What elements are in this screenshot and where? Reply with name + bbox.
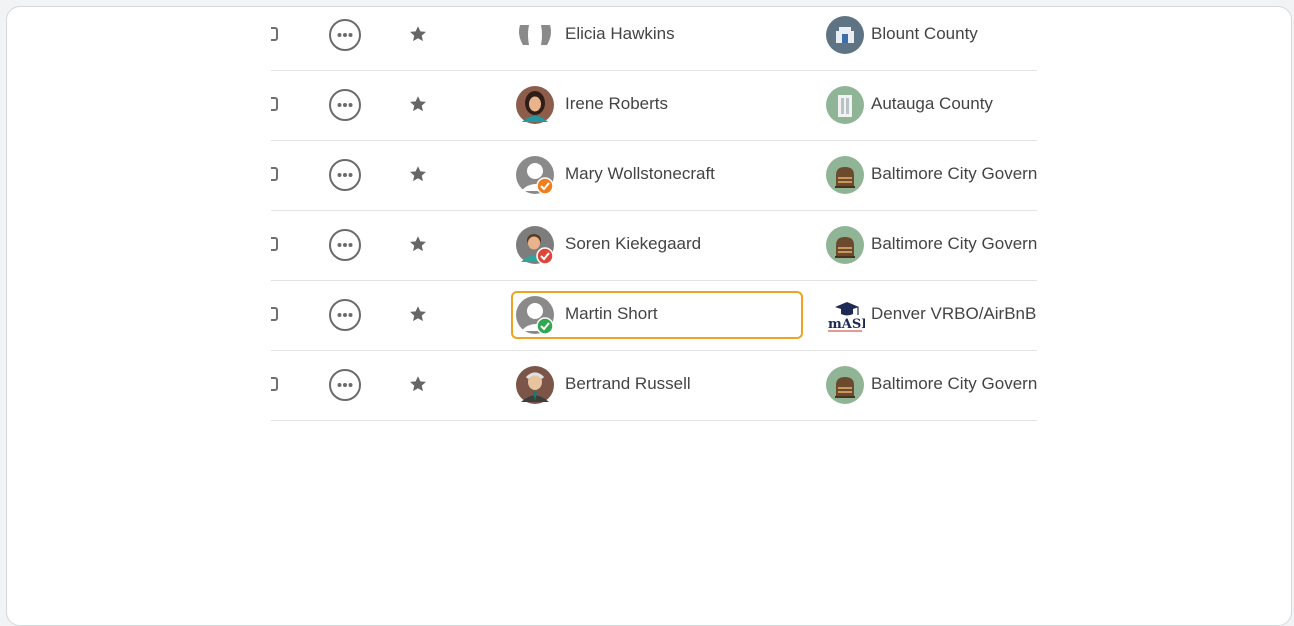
table-row: Bertrand Russell Baltimore City Governme… [271, 351, 1037, 421]
organization-cell[interactable]: Baltimore City Government [821, 151, 1037, 199]
contact-name-cell[interactable]: Irene Roberts [511, 81, 803, 129]
contact-name: Martin Short [565, 304, 658, 323]
courthouse-icon [825, 15, 865, 55]
organization-name: Autauga County [871, 94, 993, 113]
contacts-table: Elicia Hawkins Blount County Irene Rober… [271, 7, 1037, 421]
contact-name: Bertrand Russell [565, 374, 691, 393]
star-icon[interactable] [407, 93, 429, 115]
masd-logo-text: mASD [828, 317, 865, 332]
table-row: Elicia Hawkins Blount County [271, 7, 1037, 71]
contact-name-cell[interactable]: Elicia Hawkins [511, 11, 803, 59]
star-icon[interactable] [407, 163, 429, 185]
organization-cell[interactable]: Autauga County [821, 81, 1037, 129]
row-checkbox[interactable] [271, 27, 278, 41]
organization-name: Baltimore City Government [871, 234, 1037, 253]
organization-name: Baltimore City Government [871, 374, 1037, 393]
contact-name-cell[interactable]: Soren Kiekegaard [511, 221, 803, 269]
contact-name-cell-focused[interactable]: Martin Short [511, 291, 803, 339]
city-hall-icon [825, 155, 865, 195]
organization-name: Baltimore City Government [871, 164, 1037, 183]
avatar [515, 15, 555, 55]
table-row: Mary Wollstonecraft Baltimore City Gover… [271, 141, 1037, 211]
star-icon[interactable] [407, 23, 429, 45]
more-options-icon[interactable] [329, 229, 361, 261]
contact-name: Elicia Hawkins [565, 24, 675, 43]
contact-name: Mary Wollstonecraft [565, 164, 715, 183]
row-checkbox[interactable] [271, 237, 278, 251]
more-options-icon[interactable] [329, 159, 361, 191]
row-checkbox[interactable] [271, 377, 278, 391]
window-frame: Elicia Hawkins Blount County Irene Rober… [6, 6, 1292, 626]
table-row: Martin Short mASD Denver VRBO/AirBnB Aud… [271, 281, 1037, 351]
avatar [515, 225, 555, 265]
contact-name: Irene Roberts [565, 94, 668, 113]
star-icon[interactable] [407, 233, 429, 255]
more-options-icon[interactable] [329, 19, 361, 51]
city-hall-icon [825, 225, 865, 265]
more-options-icon[interactable] [329, 299, 361, 331]
organization-cell[interactable]: Baltimore City Government [821, 361, 1037, 409]
avatar [515, 295, 555, 335]
avatar [515, 365, 555, 405]
row-checkbox[interactable] [271, 97, 278, 111]
organization-cell[interactable]: Blount County [821, 11, 1037, 59]
organization-cell[interactable]: mASD Denver VRBO/AirBnB Audit [821, 291, 1037, 339]
contact-name-cell[interactable]: Mary Wollstonecraft [511, 151, 803, 199]
organization-cell[interactable]: Baltimore City Government [821, 221, 1037, 269]
building-icon [825, 85, 865, 125]
more-options-icon[interactable] [329, 369, 361, 401]
contact-name-cell[interactable]: Bertrand Russell [511, 361, 803, 409]
table-row: Soren Kiekegaard Baltimore City Governme… [271, 211, 1037, 281]
row-checkbox[interactable] [271, 307, 278, 321]
avatar [515, 85, 555, 125]
city-hall-icon [825, 365, 865, 405]
avatar [515, 155, 555, 195]
masd-logo-icon: mASD [825, 295, 873, 335]
organization-name: Denver VRBO/AirBnB Audit [871, 304, 1037, 323]
more-options-icon[interactable] [329, 89, 361, 121]
row-checkbox[interactable] [271, 167, 278, 181]
star-icon[interactable] [407, 303, 429, 325]
star-icon[interactable] [407, 373, 429, 395]
organization-name: Blount County [871, 24, 978, 43]
table-row: Irene Roberts Autauga County [271, 71, 1037, 141]
contact-name: Soren Kiekegaard [565, 234, 702, 253]
